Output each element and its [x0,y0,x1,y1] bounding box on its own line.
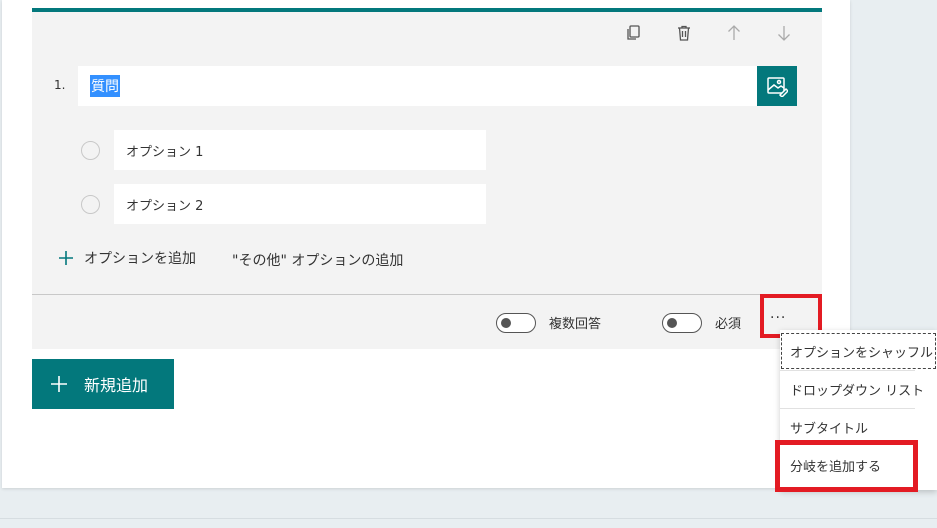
copy-icon[interactable] [623,22,645,44]
add-new-label: 新規追加 [84,376,149,395]
insert-media-button[interactable] [757,66,797,106]
option-2-input[interactable]: オプション 2 [114,184,486,224]
toggle-knob [501,318,511,328]
required-label: 必須 [715,317,742,332]
add-option-label: オプションを追加 [84,251,196,267]
add-option-button[interactable]: オプションを追加 [58,248,196,268]
question-title-input[interactable]: 質問 [78,66,757,106]
question-accent-bar [32,8,822,12]
option-2-label: オプション 2 [126,198,204,214]
question-title-text: 質問 [90,75,120,97]
add-other-option-button[interactable]: "その他" オプションの追加 [232,250,403,270]
toggle-knob [667,318,677,328]
option-2-radio[interactable] [81,195,100,214]
highlight-box-branching [775,440,918,492]
add-new-button[interactable]: 新規追加 [32,359,174,409]
question-number: 1. [54,78,66,92]
settings-divider [32,294,822,295]
menu-item-label: ドロップダウン リスト [790,383,925,399]
option-1-label: オプション 1 [126,144,204,160]
multiple-answers-toggle[interactable] [496,313,536,333]
required-toggle[interactable] [662,313,702,333]
image-edit-icon [767,77,788,97]
menu-item-label: オプションをシャッフル [790,345,934,361]
multiple-answers-label: 複数回答 [549,317,602,332]
delete-icon[interactable] [673,22,695,44]
page-divider [0,518,937,519]
option-1-radio[interactable] [81,141,100,160]
question-card[interactable]: 1. 質問 オプション 1 オプション 2 オプションを追加 "その他" オプシ… [32,8,822,349]
arrow-down-icon[interactable] [773,22,795,44]
menu-item-shuffle-options[interactable]: オプションをシャッフル [780,332,937,370]
plus-icon [59,251,73,265]
menu-item-label: サブタイトル [790,421,869,437]
arrow-up-icon[interactable] [723,22,745,44]
menu-item-dropdown-list[interactable]: ドロップダウン リスト [780,370,937,408]
plus-icon [51,376,67,392]
option-1-input[interactable]: オプション 1 [114,130,486,170]
